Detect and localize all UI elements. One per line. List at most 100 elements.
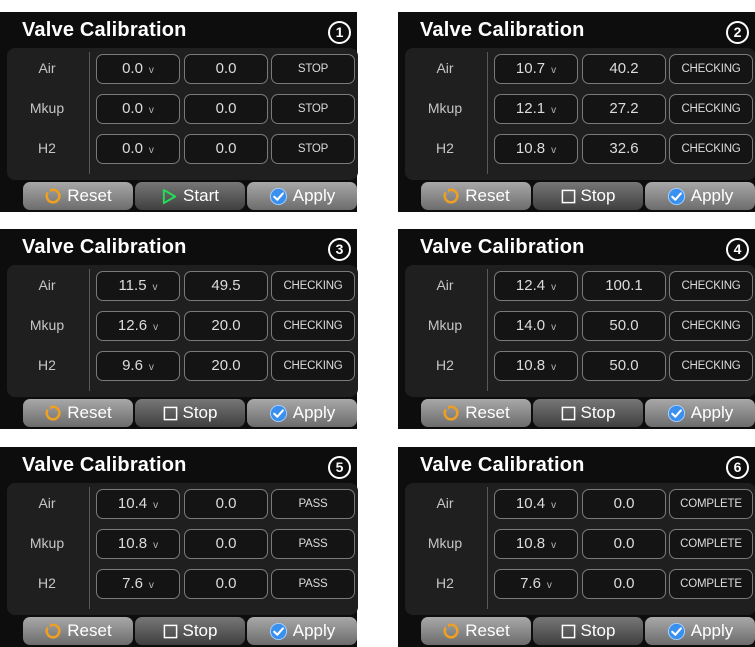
panel-number-badge: 3 [328, 238, 351, 261]
flow-value-field[interactable]: 0.0 [184, 529, 268, 559]
flow-value-field[interactable]: 0.0 [582, 529, 666, 559]
flow-value-field[interactable]: 50.0 [582, 351, 666, 381]
voltage-value: 10.4 [117, 495, 148, 512]
flow-value-field[interactable]: 0.0 [582, 489, 666, 519]
apply-button[interactable]: Apply [645, 617, 755, 645]
voltage-field[interactable]: 0.0 v [96, 94, 180, 124]
voltage-unit: v [551, 540, 557, 551]
voltage-field[interactable]: 0.0 v [96, 54, 180, 84]
row-label-h2: H2 [436, 575, 454, 591]
flow-value-field[interactable]: 20.0 [184, 311, 268, 341]
apply-button[interactable]: Apply [645, 399, 755, 427]
play-icon [161, 188, 178, 205]
voltage-field[interactable]: 10.7 v [494, 54, 578, 84]
row-label-mkup: Mkup [427, 100, 463, 116]
flow-value-field[interactable]: 0.0 [184, 54, 268, 84]
status-field: CHECKING [669, 134, 753, 164]
row-label-h2: H2 [38, 140, 56, 156]
row-label-h2: H2 [38, 357, 56, 373]
row-label-mkup: Mkup [427, 535, 463, 551]
reset-button[interactable]: Reset [23, 617, 133, 645]
flow-value-field[interactable]: 0.0 [184, 134, 268, 164]
voltage-field[interactable]: 7.6 v [494, 569, 578, 599]
flow-value-field[interactable]: 40.2 [582, 54, 666, 84]
valve-table: Air 10.4 v 0.0 COMPLETE Mkup 10.8 v 0.0 COMPLETE H… [405, 483, 755, 615]
voltage-value: 10.8 [515, 357, 546, 374]
voltage-value: 10.8 [117, 535, 148, 552]
voltage-field[interactable]: 10.8 v [494, 529, 578, 559]
reset-button[interactable]: Reset [421, 182, 531, 210]
voltage-unit: v [148, 105, 154, 116]
apply-label: Apply [690, 403, 734, 422]
flow-value-field[interactable]: 0.0 [184, 569, 268, 599]
voltage-value: 0.0 [122, 100, 143, 117]
voltage-field[interactable]: 11.5 v [96, 271, 180, 301]
voltage-unit: v [551, 145, 557, 156]
reset-icon [442, 404, 460, 422]
panel-title: Valve Calibration [22, 454, 187, 476]
apply-label: Apply [690, 621, 734, 640]
voltage-field[interactable]: 10.8 v [494, 351, 578, 381]
valve-table: Air 11.5 v 49.5 CHECKING Mkup 12.6 v 20.0 CHECKIN… [7, 265, 358, 397]
reset-label: Reset [465, 621, 510, 640]
stop-button[interactable]: Stop [135, 617, 245, 645]
flow-value-field[interactable]: 49.5 [184, 271, 268, 301]
column-divider [89, 269, 90, 391]
apply-button[interactable]: Apply [247, 399, 357, 427]
voltage-field[interactable]: 12.1 v [494, 94, 578, 124]
flow-value-field[interactable]: 100.1 [582, 271, 666, 301]
voltage-unit: v [546, 580, 552, 591]
panel-number-badge: 4 [726, 238, 749, 261]
flow-value-field[interactable]: 27.2 [582, 94, 666, 124]
flow-value-field[interactable]: 0.0 [184, 489, 268, 519]
voltage-field[interactable]: 12.4 v [494, 271, 578, 301]
voltage-field[interactable]: 14.0 v [494, 311, 578, 341]
status-field: STOP [271, 134, 355, 164]
stop-button[interactable]: Stop [533, 617, 643, 645]
reset-button[interactable]: Reset [421, 617, 531, 645]
stop-button[interactable]: Stop [533, 399, 643, 427]
panel-title: Valve Calibration [420, 454, 585, 476]
reset-label: Reset [465, 186, 510, 205]
reset-icon [44, 404, 62, 422]
voltage-field[interactable]: 10.8 v [96, 529, 180, 559]
flow-value-field[interactable]: 32.6 [582, 134, 666, 164]
valve-table: Air 0.0 v 0.0 STOP Mkup 0.0 v 0.0 STOP H2 0.0 v 0.0 ST… [7, 48, 358, 180]
voltage-unit: v [551, 500, 557, 511]
apply-button[interactable]: Apply [247, 182, 357, 210]
calibration-panel: Valve Calibration 4 Air 12.4 v 100.1 CHECKING M… [398, 229, 755, 429]
checkmark-circle-icon [269, 187, 288, 206]
flow-value-field[interactable]: 20.0 [184, 351, 268, 381]
reset-button[interactable]: Reset [421, 399, 531, 427]
status-field: CHECKING [669, 311, 753, 341]
voltage-field[interactable]: 10.8 v [494, 134, 578, 164]
voltage-field[interactable]: 7.6 v [96, 569, 180, 599]
reset-button[interactable]: Reset [23, 399, 133, 427]
reset-label: Reset [67, 186, 112, 205]
status-field: PASS [271, 569, 355, 599]
status-field: STOP [271, 94, 355, 124]
flow-value-field[interactable]: 0.0 [184, 94, 268, 124]
voltage-field[interactable]: 0.0 v [96, 134, 180, 164]
apply-label: Apply [292, 186, 336, 205]
flow-value-field[interactable]: 0.0 [582, 569, 666, 599]
start-button[interactable]: Start [135, 182, 245, 210]
flow-value-field[interactable]: 50.0 [582, 311, 666, 341]
reset-button[interactable]: Reset [23, 182, 133, 210]
apply-button[interactable]: Apply [247, 617, 357, 645]
stop-button[interactable]: Stop [135, 399, 245, 427]
voltage-field[interactable]: 10.4 v [96, 489, 180, 519]
voltage-unit: v [148, 65, 154, 76]
voltage-field[interactable]: 9.6 v [96, 351, 180, 381]
stop-icon [163, 406, 178, 421]
voltage-field[interactable]: 10.4 v [494, 489, 578, 519]
row-label-h2: H2 [436, 140, 454, 156]
calibration-panel: Valve Calibration 1 Air 0.0 v 0.0 STOP Mkup 0.0 v… [0, 12, 358, 212]
status-field: COMPLETE [669, 529, 753, 559]
apply-button[interactable]: Apply [645, 182, 755, 210]
status-field: CHECKING [271, 351, 355, 381]
stop-button[interactable]: Stop [533, 182, 643, 210]
voltage-field[interactable]: 12.6 v [96, 311, 180, 341]
voltage-unit: v [153, 322, 159, 333]
row-label-mkup: Mkup [427, 317, 463, 333]
